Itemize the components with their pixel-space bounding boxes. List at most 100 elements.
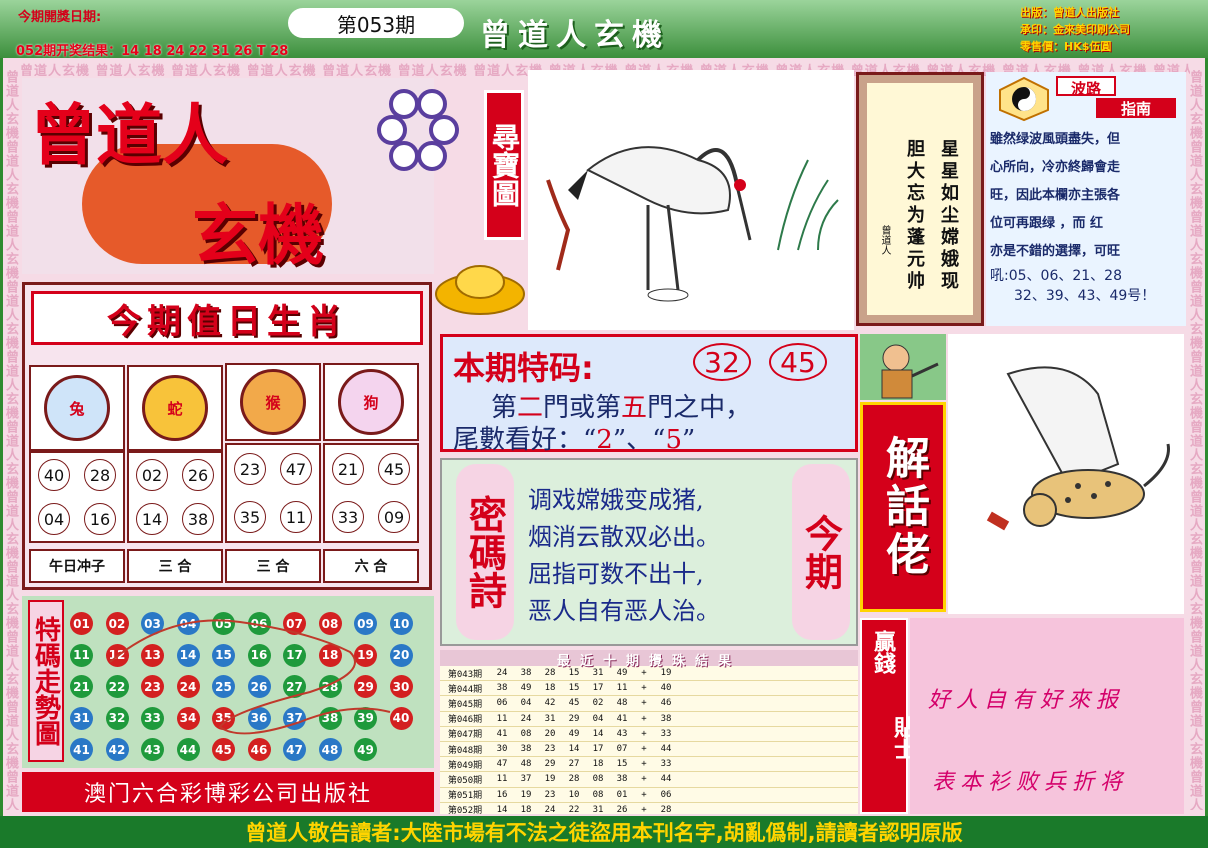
zodiac-grid: 兔 40 28 04 16 午日冲子 蛇 02 26 14 38 三 合 猴 23 47 35 11 三 合 狗 21…: [29, 363, 423, 585]
trend-ball: 47: [283, 738, 306, 761]
result-number: 19: [520, 789, 532, 800]
printer-line: 承印：金來美印刷公司: [1020, 23, 1130, 36]
result-issue: 第043期: [447, 669, 483, 680]
zodiac-number: 26: [182, 459, 214, 491]
result-number: 23: [544, 789, 556, 800]
result-number: 18: [592, 759, 604, 770]
zodiac-relation: 六 合: [323, 549, 419, 583]
logo-title-2: 玄機: [192, 197, 324, 274]
result-plus: +: [641, 728, 647, 739]
banner-title: 曾道人玄機: [480, 18, 670, 53]
zodiac-number: 35: [234, 501, 266, 533]
result-special: 33: [660, 759, 672, 770]
tail-number-1: 2: [596, 425, 613, 455]
result-issue: 第048期: [447, 745, 483, 756]
special-code-box: 本期特码: 32 45 第二門或第五門之中， 尾數看好：“2”、“5”: [440, 334, 858, 455]
result-number: 41: [616, 713, 628, 724]
winning-tips-box: 好人自有好來报 表本衫败兵折将: [910, 618, 1184, 814]
trend-ball: 27: [283, 675, 306, 698]
result-number: 04: [520, 698, 532, 709]
trend-ball: 30: [389, 675, 413, 698]
code-poem-label: 密碼詩: [456, 464, 514, 640]
result-number: 49: [520, 683, 532, 694]
trend-ball: 02: [105, 612, 129, 635]
bolu-numbers-2: 32、39、43、49号！: [1014, 288, 1156, 304]
result-number: 18: [520, 804, 532, 815]
zodiac-number: 38: [182, 503, 214, 535]
result-special: 44: [660, 774, 672, 785]
result-special: 38: [660, 713, 672, 724]
issue-number: 第053期: [288, 8, 464, 38]
result-number: 07: [616, 744, 628, 755]
bolu-numbers-1: 吼:05、06、21、28: [990, 268, 1122, 284]
result-plus: +: [641, 698, 647, 709]
result-number: 47: [496, 759, 508, 770]
zodiac-number: 16: [84, 503, 116, 535]
special-number-2: 45: [769, 343, 827, 381]
table-row: 第043期 24 38 28 15 31 49 +19: [440, 666, 858, 682]
result-number: 19: [544, 774, 556, 785]
special-line-2: 尾數看好：“2”、“5”: [453, 419, 695, 456]
trend-ball: 32: [105, 706, 129, 730]
zodiac-column: 猴 23 47 35 11 三 合: [225, 363, 321, 585]
bolu-guide: 波路 指南 雖然绿波風頭盡失，但 心所向，冷亦終歸會走 旺，因此本欄亦主張各 位…: [986, 72, 1186, 326]
jiehua-label: 解話佬: [878, 435, 929, 579]
result-number: 24: [544, 804, 556, 815]
bolu-line: 亦是不錯的選擇，可旺: [990, 244, 1121, 259]
result-number: 30: [496, 744, 508, 755]
result-plus: +: [641, 774, 647, 785]
result-number: 10: [568, 789, 580, 800]
coin-ring-icon: [377, 89, 459, 171]
result-plus: +: [641, 668, 647, 679]
ball-grid: 01 02 03 04 05 06 07 08 09 10 11 12 13 14 15 16 17 18 19 20…: [70, 612, 426, 762]
publisher-line: 出版：曾道人出版社: [1020, 6, 1119, 19]
special-code-label: 本期特码:: [453, 349, 594, 387]
result-number: 27: [568, 759, 580, 770]
result-number: 49: [568, 728, 580, 739]
trend-ball: 49: [354, 738, 377, 761]
bolu-line: 雖然绿波風頭盡失，但: [990, 132, 1121, 147]
trend-ball: 20: [389, 643, 413, 667]
table-row: 第048期 30 38 23 14 17 07 +44: [440, 742, 858, 758]
result-number: 28: [544, 668, 556, 679]
previous-result: 052期开奖结果：14 18 24 22 31 26 T 28: [16, 44, 289, 59]
result-number: 11: [616, 683, 628, 694]
poem-line-1: 星星如尘嫦娥现: [938, 139, 959, 293]
zodiac-section: 今期值日生肖 兔 40 28 04 16 午日冲子 蛇 02 26 14 38 三 合 猴 23 47 35 1…: [22, 282, 432, 590]
result-special: 46: [660, 698, 672, 709]
result-number: 11: [496, 774, 508, 785]
zodiac-animal-1: 蛇: [127, 365, 223, 451]
trend-label: 特碼走勢圖: [28, 600, 64, 762]
result-issue: 第049期: [447, 760, 483, 771]
result-number: 49: [616, 668, 628, 679]
yin-yang-icon: [999, 76, 1049, 122]
result-number: 01: [616, 789, 628, 800]
trend-ball: 19: [354, 643, 377, 667]
result-special: 19: [660, 668, 672, 679]
treasure-map-tag: 尋寶圖: [484, 90, 524, 240]
leopard-illustration: [948, 334, 1184, 614]
poem-line: 调戏嫦娥变成猪,: [528, 486, 704, 514]
result-number: 22: [568, 804, 580, 815]
result-number: 48: [520, 759, 532, 770]
zodiac-number: 40: [38, 459, 70, 491]
zodiac-number: 09: [378, 501, 410, 533]
result-plus: +: [641, 744, 647, 755]
result-number: 28: [568, 774, 580, 785]
results-title: 最近十期攪珠結果: [440, 650, 858, 669]
table-row: 第049期 47 48 29 27 18 15 +33: [440, 757, 858, 773]
result-issue: 第044期: [447, 684, 483, 695]
trend-ball: 25: [212, 675, 235, 698]
watermark-left: 曾道人玄機曾道人玄機曾道人玄機曾道人玄機曾道人玄機曾道人玄機曾道人玄機曾道人玄機…: [4, 70, 18, 810]
result-issue: 第052期: [447, 806, 483, 817]
code-poem-text: 调戏嫦娥变成猪, 烟消云散双必出。 屈指可数不出十, 恶人自有恶人治。: [528, 482, 720, 630]
result-number: 41: [496, 728, 508, 739]
result-special: 28: [660, 804, 672, 815]
trend-ball: 10: [389, 612, 413, 635]
result-number: 37: [520, 774, 532, 785]
result-number: 26: [616, 804, 628, 815]
result-issue: 第050期: [447, 775, 483, 786]
result-number: 43: [616, 728, 628, 739]
trend-ball: 07: [283, 612, 306, 635]
zodiac-relation: 三 合: [127, 549, 223, 583]
